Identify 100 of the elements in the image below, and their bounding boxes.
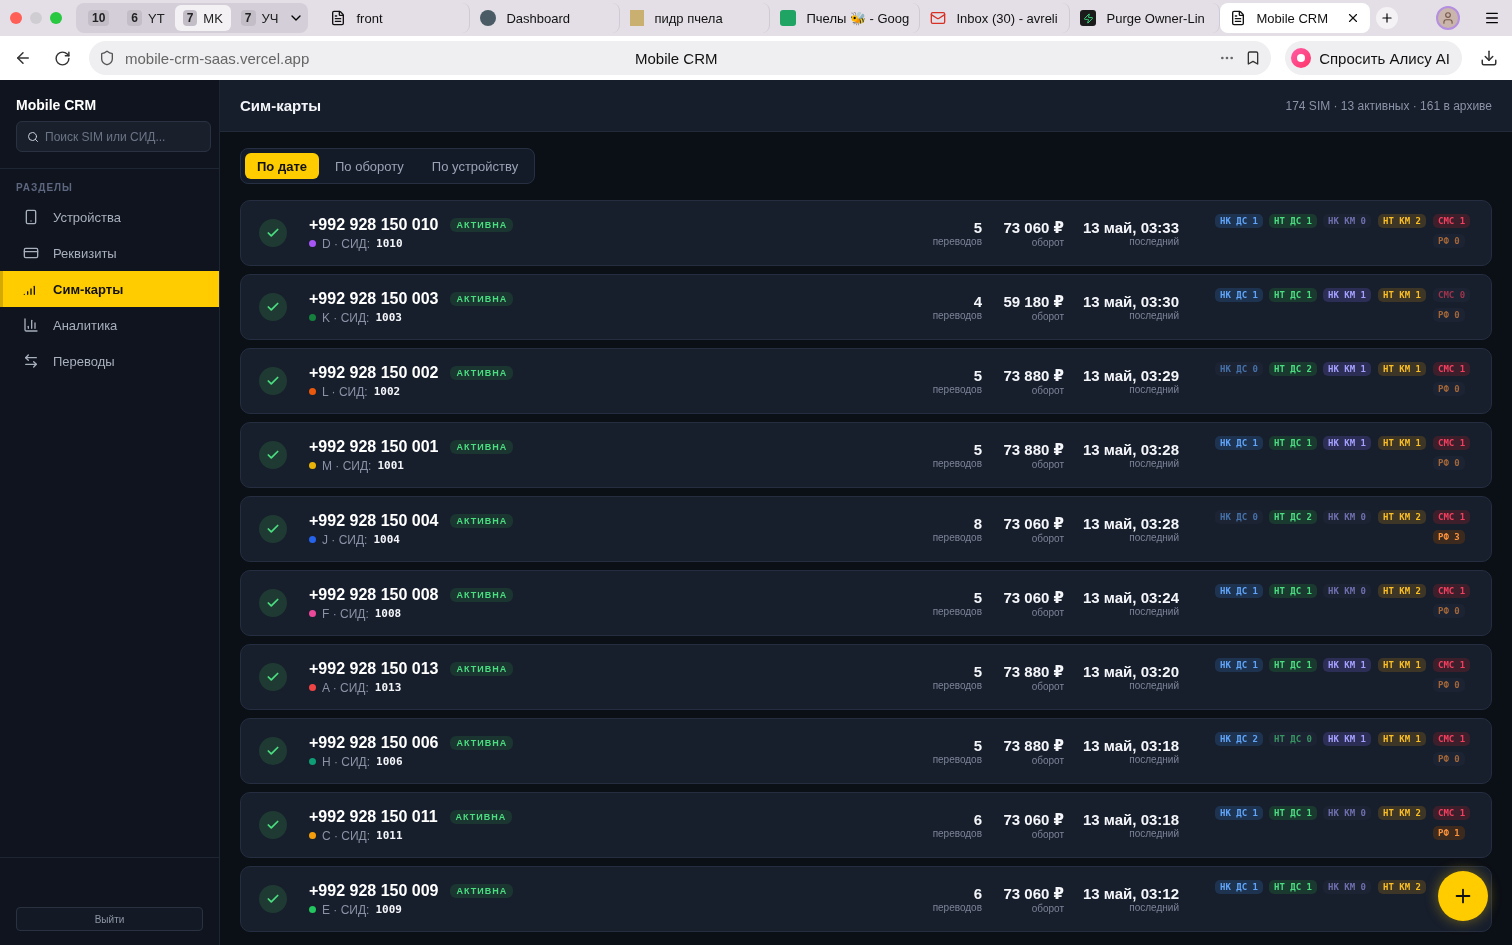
sim-card-row[interactable]: +992 928 150 013 АКТИВНА A · СИД: 1013 5 переводов 73 880 ₽ оборот 13 май, 03:20 последний НК ДС 1 НТ ДС 1 НК КМ 1 НТ КМ 1 СМС 1 РФ 0	[240, 644, 1492, 710]
plus-icon	[1380, 11, 1395, 25]
sim-card-row[interactable]: +992 928 150 001 АКТИВНА M · СИД: 1001 5 переводов 73 880 ₽ оборот 13 май, 03:28 последний НК ДС 1 НТ ДС 1 НК КМ 1 НТ КМ 1 СМС 1 РФ 0	[240, 422, 1492, 488]
sim-card-row[interactable]: +992 928 150 002 АКТИВНА L · СИД: 1002 5 переводов 73 880 ₽ оборот 13 май, 03:29 последний НК ДС 0 НТ ДС 2 НК КМ 1 НТ КМ 1 СМС 1 РФ 0	[240, 348, 1492, 414]
sort-tab[interactable]: По обороту	[323, 153, 416, 179]
browser-tab[interactable]: Dashboard	[470, 3, 621, 33]
avatar[interactable]	[1436, 6, 1460, 30]
counter-tag: НК ДС 1	[1215, 214, 1263, 228]
counter-tag: НК КМ 0	[1323, 510, 1371, 524]
stat-label: последний	[1129, 828, 1179, 839]
sim-card-row[interactable]: +992 928 150 003 АКТИВНА K · СИД: 1003 4 переводов 59 180 ₽ оборот 13 май, 03:30 последний НК ДС 1 НТ ДС 1 НК КМ 1 НТ КМ 1 СМС 0 РФ 0	[240, 274, 1492, 340]
stat-label: переводов	[932, 532, 982, 543]
tab-group[interactable]: 6 YT	[119, 5, 173, 31]
spreadsheet-icon	[780, 10, 797, 26]
turnover-value: 73 880 ₽	[1003, 440, 1064, 459]
section-label: РАЗДЕЛЫ	[0, 168, 219, 199]
stat-label: последний	[1129, 606, 1179, 617]
turnover-value: 73 060 ₽	[1003, 218, 1064, 237]
browser-tab[interactable]: пидр пчела	[620, 3, 771, 33]
counter-tag: СМС 1	[1433, 214, 1471, 228]
check-icon	[259, 811, 287, 839]
sort-tab[interactable]: По дате	[245, 153, 319, 179]
counter-tag: НК КМ 0	[1323, 584, 1371, 598]
status-badge: АКТИВНА	[450, 513, 514, 528]
check-icon	[259, 367, 287, 395]
stat-label: оборот	[1031, 532, 1064, 544]
browser-tab[interactable]: front	[320, 3, 471, 33]
sim-card-row[interactable]: +992 928 150 009 АКТИВНА E · СИД: 1009 6 переводов 73 060 ₽ оборот 13 май, 03:12 последний НК ДС 1 НТ ДС 1 НК КМ 0 НТ КМ 2	[240, 866, 1492, 932]
counter-tag: НК ДС 0	[1215, 510, 1263, 524]
phone-number: +992 928 150 008	[309, 585, 439, 604]
stat-label: переводов	[932, 458, 982, 469]
counter-tag: НТ ДС 0	[1269, 732, 1317, 746]
stat-label: последний	[1129, 310, 1179, 321]
assistant-button[interactable]: Спросить Алису AI	[1285, 41, 1462, 75]
counter-tag: СМС 1	[1433, 806, 1471, 820]
last-time: 13 май, 03:33	[1083, 219, 1179, 236]
transfers-count: 5	[973, 219, 982, 236]
counter-tag: НК КМ 1	[1323, 436, 1371, 450]
document-icon	[330, 10, 347, 26]
bolt-icon	[1080, 10, 1097, 26]
counter-tag: НТ ДС 1	[1269, 584, 1317, 598]
sort-tab[interactable]: По устройству	[419, 153, 531, 179]
status-badge: АКТИВНА	[450, 291, 514, 306]
device-label: F · СИД:	[322, 606, 369, 621]
counter-tag: РФ 0	[1433, 604, 1465, 618]
counter-tag: НТ ДС 1	[1269, 806, 1317, 820]
sidebar-item[interactable]: Аналитика	[0, 307, 219, 343]
sim-card-row[interactable]: +992 928 150 006 АКТИВНА H · СИД: 1006 5 переводов 73 880 ₽ оборот 13 май, 03:18 последний НК ДС 2 НТ ДС 0 НК КМ 1 НТ КМ 1 СМС 1 РФ 0	[240, 718, 1492, 784]
sid-value: 1001	[377, 459, 404, 472]
sidebar-item[interactable]: Устройства	[0, 199, 219, 235]
sid-value: 1009	[375, 903, 402, 916]
counter-tag: НТ КМ 1	[1378, 288, 1426, 302]
tab-group[interactable]: 10	[80, 5, 118, 31]
sim-card-row[interactable]: +992 928 150 008 АКТИВНА F · СИД: 1008 5 переводов 73 060 ₽ оборот 13 май, 03:24 последний НК ДС 1 НТ ДС 1 НК КМ 0 НТ КМ 2 СМС 1 РФ 0	[240, 570, 1492, 636]
device-label: D · СИД:	[322, 236, 371, 251]
search-field[interactable]: Поиск SIM или СИД...	[16, 121, 211, 152]
transfers-count: 5	[973, 663, 982, 680]
sid-value: 1013	[374, 681, 402, 694]
browser-tab[interactable]: Mobile CRM	[1220, 3, 1371, 33]
last-time: 13 май, 03:20	[1083, 663, 1179, 680]
phone-number: +992 928 150 009	[309, 881, 439, 900]
tab-group[interactable]: 7 УЧ	[232, 5, 287, 31]
counter-tag: НТ ДС 1	[1269, 880, 1317, 894]
last-time: 13 май, 03:18	[1083, 811, 1179, 828]
status-badge: АКТИВНА	[450, 883, 514, 898]
check-icon	[259, 737, 287, 765]
check-icon	[259, 589, 287, 617]
menu-button[interactable]	[1484, 10, 1500, 26]
browser-tab[interactable]: Пчелы 🐝 - Goog	[770, 3, 921, 33]
stat-label: оборот	[1031, 384, 1064, 396]
transfers-count: 6	[973, 885, 982, 902]
sim-card-row[interactable]: +992 928 150 011 АКТИВНА C · СИД: 1011 6 переводов 73 060 ₽ оборот 13 май, 03:18 последний НК ДС 1 НТ ДС 1 НК КМ 0 НТ КМ 2 СМС 1 РФ 1	[240, 792, 1492, 858]
counter-tag: СМС 1	[1433, 658, 1471, 672]
browser-tab[interactable]: Purge Owner-Lin	[1070, 3, 1221, 33]
transfers-count: 5	[973, 441, 982, 458]
stat-label: последний	[1129, 236, 1179, 247]
sidebar-item[interactable]: Реквизиты	[0, 235, 219, 271]
stat-label: оборот	[1031, 236, 1064, 248]
check-icon	[259, 515, 287, 543]
address-bar[interactable]: mobile-crm-saas.vercel.app Mobile CRM	[89, 41, 1272, 75]
browser-tab[interactable]: Inbox (30) - avreli	[920, 3, 1071, 33]
sidebar-item[interactable]: Сим-карты	[0, 271, 219, 307]
turnover-value: 73 060 ₽	[1003, 810, 1064, 829]
check-icon	[259, 885, 287, 913]
stat-label: оборот	[1031, 902, 1064, 914]
transfers-count: 5	[973, 367, 982, 384]
sim-card-row[interactable]: +992 928 150 004 АКТИВНА J · СИД: 1004 8 переводов 73 060 ₽ оборот 13 май, 03:28 последний НК ДС 0 НТ ДС 2 НК КМ 0 НТ КМ 2 СМС 1 РФ 3	[240, 496, 1492, 562]
stat-label: переводов	[932, 828, 982, 839]
counter-tag: НК КМ 1	[1323, 362, 1371, 376]
new-tab-button[interactable]	[1376, 7, 1399, 29]
stat-label: последний	[1129, 754, 1179, 765]
sid-value: 1006	[376, 755, 403, 768]
sim-card-row[interactable]: +992 928 150 010 АКТИВНА D · СИД: 1010 5 переводов 73 060 ₽ оборот 13 май, 03:33 последний НК ДС 1 НТ ДС 1 НК КМ 0 НТ КМ 2 СМС 1 РФ 0	[240, 200, 1492, 266]
sidebar-item[interactable]: Переводы	[0, 343, 219, 379]
logout-button[interactable]: Выйти	[16, 907, 203, 931]
counter-tag: НТ КМ 1	[1378, 732, 1426, 746]
counter-tag: НК КМ 0	[1323, 880, 1371, 894]
tab-group[interactable]: 7 MK	[174, 5, 231, 31]
counter-tag: РФ 0	[1433, 382, 1465, 396]
device-label: J · СИД:	[322, 532, 368, 547]
